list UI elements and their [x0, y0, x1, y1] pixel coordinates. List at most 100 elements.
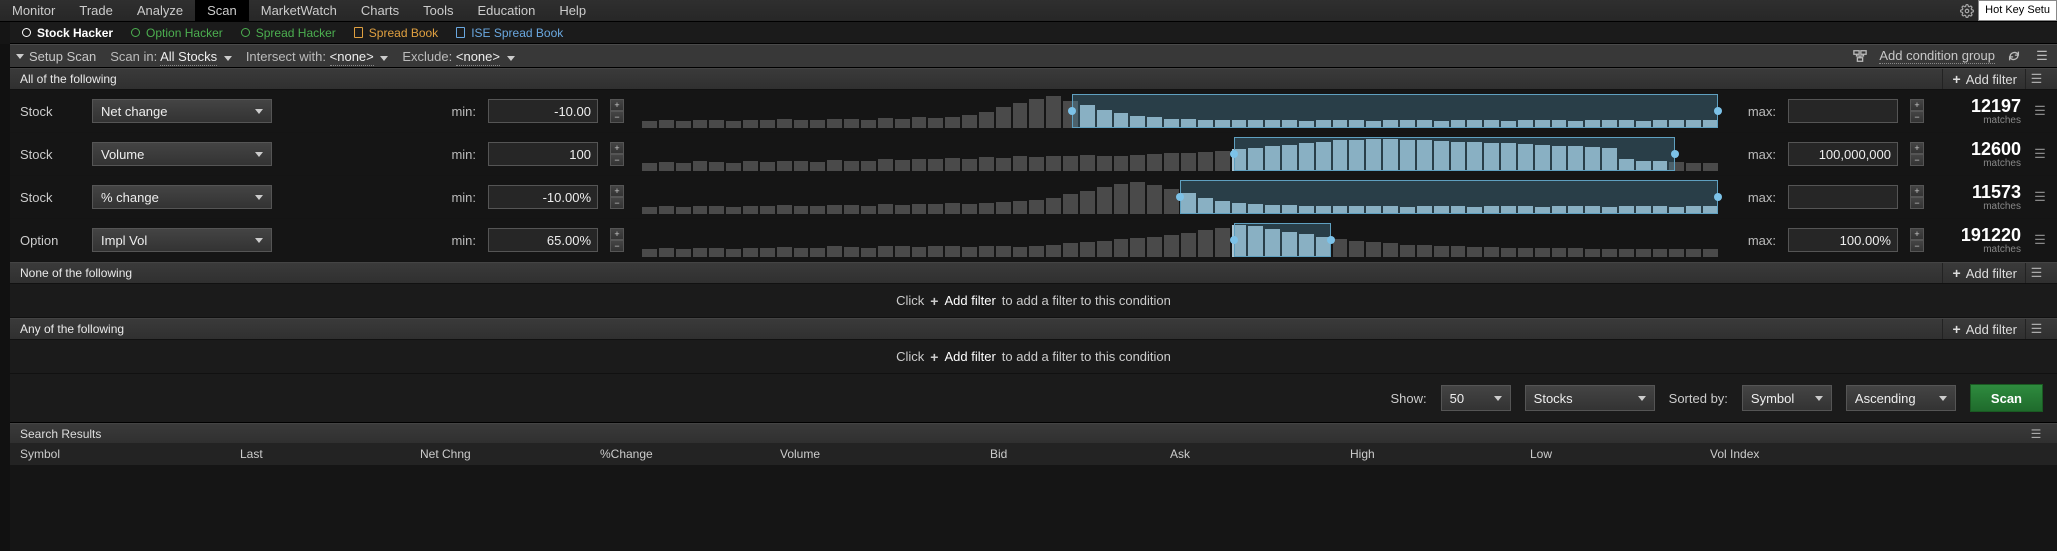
range-handle-max[interactable]	[1714, 193, 1722, 201]
max-input[interactable]	[1788, 99, 1898, 123]
intersect-selector[interactable]: Intersect with: <none>	[246, 49, 389, 64]
range-handle-min[interactable]	[1068, 107, 1076, 115]
step-up-button[interactable]: +	[610, 142, 624, 154]
exclude-label: Exclude:	[402, 49, 452, 64]
subtab-spread-hacker[interactable]: Spread Hacker	[241, 22, 336, 43]
max-input[interactable]	[1788, 185, 1898, 209]
hint-add-filter[interactable]: Add filter	[944, 349, 995, 364]
col-bid[interactable]: Bid	[980, 447, 1160, 461]
min-input[interactable]: -10.00%	[488, 185, 598, 209]
sort-field-dropdown[interactable]: Symbol	[1742, 385, 1832, 411]
step-down-button[interactable]: −	[610, 197, 624, 209]
col-ask[interactable]: Ask	[1160, 447, 1340, 461]
condition-group-icon[interactable]	[1851, 47, 1869, 65]
menu-tools[interactable]: Tools	[411, 0, 465, 21]
filter-field-dropdown[interactable]: Net change	[92, 99, 272, 123]
col-last[interactable]: Last	[230, 447, 410, 461]
max-input[interactable]: 100,000,000	[1788, 142, 1898, 166]
menu-scan[interactable]: Scan	[195, 0, 249, 21]
filter-row-menu-icon[interactable]: ☰	[2033, 146, 2047, 162]
menu-education[interactable]: Education	[465, 0, 547, 21]
step-down-button[interactable]: −	[1910, 111, 1924, 123]
col-volume[interactable]: Volume	[770, 447, 980, 461]
asset-type-dropdown[interactable]: Stocks	[1525, 385, 1655, 411]
exclude-selector[interactable]: Exclude: <none>	[402, 49, 514, 64]
step-up-button[interactable]: +	[1910, 142, 1924, 154]
distribution-chart[interactable]	[642, 180, 1718, 214]
add-filter-none-button[interactable]: +Add filter	[1942, 263, 2018, 283]
range-handle-max[interactable]	[1714, 107, 1722, 115]
subtab-stock-hacker[interactable]: Stock Hacker	[22, 22, 113, 43]
menu-help[interactable]: Help	[547, 0, 598, 21]
step-up-button[interactable]: +	[1910, 185, 1924, 197]
step-down-button[interactable]: −	[610, 154, 624, 166]
step-up-button[interactable]: +	[610, 228, 624, 240]
col-low[interactable]: Low	[1520, 447, 1700, 461]
group-all-menu-icon[interactable]: ☰	[2025, 69, 2047, 89]
scanbar-menu-icon[interactable]: ☰	[2033, 47, 2051, 65]
filter-field-dropdown[interactable]: % change	[92, 185, 272, 209]
step-up-button[interactable]: +	[610, 185, 624, 197]
range-handle-min[interactable]	[1230, 150, 1238, 158]
setup-scan-dropdown[interactable]: Setup Scan	[16, 49, 96, 64]
min-input[interactable]: 100	[488, 142, 598, 166]
step-down-button[interactable]: −	[1910, 154, 1924, 166]
setup-scan-label: Setup Scan	[29, 49, 96, 64]
min-input[interactable]: 65.00%	[488, 228, 598, 252]
subtab-option-hacker[interactable]: Option Hacker	[131, 22, 223, 43]
step-down-button[interactable]: −	[610, 111, 624, 123]
range-handle-min[interactable]	[1230, 236, 1238, 244]
group-none-menu-icon[interactable]: ☰	[2025, 263, 2047, 283]
distribution-chart[interactable]	[642, 137, 1718, 171]
range-handle-max[interactable]	[1671, 150, 1679, 158]
filter-type-label: Stock	[20, 190, 80, 205]
subtab-ise-spread-book[interactable]: ISE Spread Book	[456, 22, 563, 43]
step-down-button[interactable]: −	[610, 240, 624, 252]
plus-icon: +	[1953, 268, 1961, 278]
distribution-chart[interactable]	[642, 94, 1718, 128]
hotkey-setup-button[interactable]: Hot Key Setu	[1978, 0, 2057, 21]
step-down-button[interactable]: −	[1910, 197, 1924, 209]
hint-add-filter[interactable]: Add filter	[944, 293, 995, 308]
max-input[interactable]: 100.00%	[1788, 228, 1898, 252]
show-count-dropdown[interactable]: 50	[1441, 385, 1511, 411]
add-filter-any-button[interactable]: +Add filter	[1942, 319, 2018, 339]
filter-row-menu-icon[interactable]: ☰	[2033, 103, 2047, 119]
scan-in-selector[interactable]: Scan in: All Stocks	[110, 49, 232, 64]
col-high[interactable]: High	[1340, 447, 1520, 461]
range-handle-max[interactable]	[1327, 236, 1335, 244]
group-any-menu-icon[interactable]: ☰	[2025, 319, 2047, 339]
range-handle-min[interactable]	[1176, 193, 1184, 201]
settings-gear-icon[interactable]	[1956, 0, 1978, 21]
sort-direction-dropdown[interactable]: Ascending	[1846, 385, 1956, 411]
filter-field-dropdown[interactable]: Volume	[92, 142, 272, 166]
caret-down-icon	[1939, 396, 1947, 401]
refresh-icon[interactable]	[2005, 47, 2023, 65]
step-down-button[interactable]: −	[1910, 240, 1924, 252]
none-empty-hint: Click + Add filter to add a filter to th…	[10, 284, 2057, 318]
col--change[interactable]: %Change	[590, 447, 770, 461]
subtab-label: Option Hacker	[146, 26, 223, 40]
add-condition-group-button[interactable]: Add condition group	[1879, 48, 1995, 64]
scan-button[interactable]: Scan	[1970, 384, 2043, 412]
step-up-button[interactable]: +	[610, 99, 624, 111]
col-vol-index[interactable]: Vol Index	[1700, 447, 1860, 461]
menu-charts[interactable]: Charts	[349, 0, 411, 21]
filter-row-menu-icon[interactable]: ☰	[2033, 189, 2047, 205]
filter-row-menu-icon[interactable]: ☰	[2033, 232, 2047, 248]
min-input[interactable]: -10.00	[488, 99, 598, 123]
menu-monitor[interactable]: Monitor	[0, 0, 67, 21]
results-menu-icon[interactable]: ☰	[2025, 427, 2047, 441]
menu-analyze[interactable]: Analyze	[125, 0, 195, 21]
step-up-button[interactable]: +	[1910, 99, 1924, 111]
menu-trade[interactable]: Trade	[67, 0, 124, 21]
col-net-chng[interactable]: Net Chng	[410, 447, 590, 461]
col-symbol[interactable]: Symbol	[10, 447, 230, 461]
add-filter-all-button[interactable]: +Add filter	[1942, 69, 2018, 89]
step-up-button[interactable]: +	[1910, 228, 1924, 240]
menu-marketwatch[interactable]: MarketWatch	[249, 0, 349, 21]
caret-down-icon	[255, 109, 263, 114]
subtab-spread-book[interactable]: Spread Book	[354, 22, 438, 43]
distribution-chart[interactable]	[642, 223, 1718, 257]
filter-field-dropdown[interactable]: Impl Vol	[92, 228, 272, 252]
